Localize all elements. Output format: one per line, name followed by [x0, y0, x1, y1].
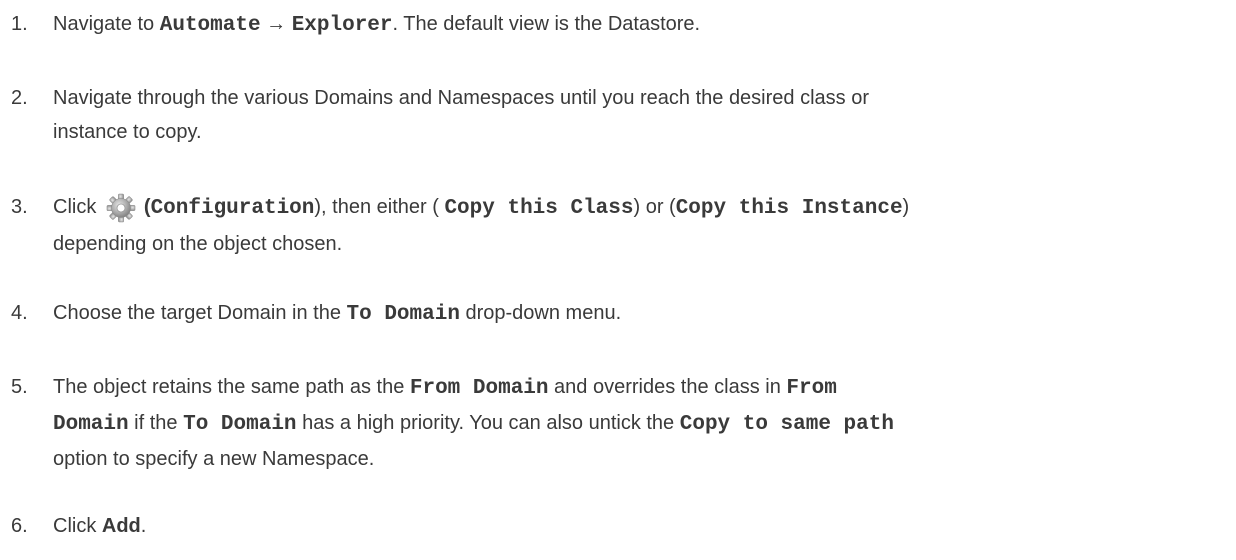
to-domain-label: To Domain [346, 303, 460, 326]
text-line: depending on the object chosen. [53, 233, 343, 255]
step-text: Click (Configuration), then either (Cop… [53, 190, 1228, 261]
step-text: Click Add. [53, 509, 1228, 543]
add-label: Add [101, 515, 141, 537]
copy-class-label: Copy this Class [444, 197, 634, 220]
from-domain-label: From Domain [409, 377, 549, 400]
copy-to-same-path-label: Copy to same path [679, 413, 894, 436]
step-number: 5. [11, 376, 28, 398]
step-text: Choose the target Domain in the To Domai… [53, 296, 1228, 332]
text-run: ( [143, 196, 151, 218]
menu-explorer: Explorer [291, 14, 393, 37]
text-run: and overrides the class in [548, 376, 787, 398]
text-line: Click (Configuration), then either (Cop… [53, 190, 1228, 227]
text-run: Navigate to [53, 13, 160, 35]
text-run: if the [128, 412, 184, 434]
step-number: 6. [11, 515, 28, 537]
step-number: 3. [11, 196, 28, 218]
text-line: instance to copy. [53, 121, 202, 143]
text-run: Click [53, 196, 102, 218]
arrow-text: → [260, 13, 292, 35]
gear-icon [104, 193, 138, 227]
text-line: option to specify a new Namespace. [53, 448, 375, 470]
step-number: 4. [11, 302, 28, 324]
text-run: has a high priority. You can also untick… [296, 412, 680, 434]
step-number: 2. [11, 87, 28, 109]
configuration-label: Configuration [150, 197, 315, 220]
text-run: ), then either ( [314, 196, 445, 218]
text-run: drop-down menu. [459, 302, 622, 324]
step-number: 1. [11, 13, 28, 35]
text-run: . [140, 515, 147, 537]
menu-automate: Automate [159, 14, 261, 37]
step-text: Navigate through the various Domains and… [53, 81, 1228, 149]
text-line: The object retains the same path as the … [53, 370, 1228, 406]
copy-instance-label: Copy this Instance [675, 197, 903, 220]
text-run: . The default view is the Datastore. [392, 13, 701, 35]
step-text: Navigate to Automate → Explorer. The def… [53, 7, 1228, 43]
from-domain-label: From [786, 377, 837, 400]
step-text: The object retains the same path as the … [53, 370, 1228, 476]
text-line: Navigate through the various Domains and… [53, 87, 869, 109]
text-line: Domain if the To Domain has a high prior… [53, 406, 1228, 442]
text-run: ) [902, 196, 910, 218]
text-run: Click [53, 515, 102, 537]
to-domain-label: To Domain [183, 413, 297, 436]
from-domain-label: Domain [53, 413, 129, 436]
text-run: ) or ( [633, 196, 676, 218]
text-run: The object retains the same path as the [53, 376, 410, 398]
text-run: Choose the target Domain in the [53, 302, 347, 324]
procedure-document: 1. Navigate to Automate → Explorer. The … [0, 0, 1236, 560]
